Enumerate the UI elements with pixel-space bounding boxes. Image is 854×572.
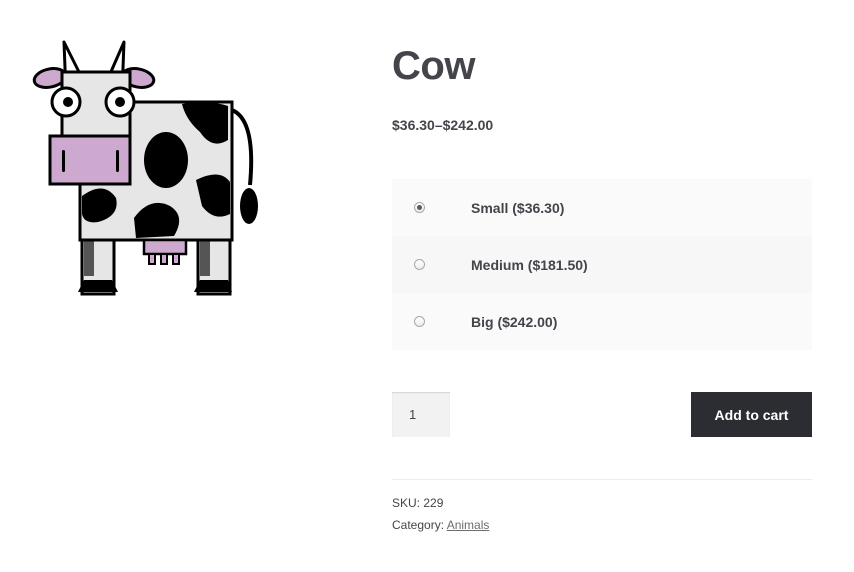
- variation-option-medium[interactable]: Medium ($181.50): [392, 236, 812, 293]
- variation-label: Big ($242.00): [471, 313, 558, 330]
- variation-options: Small ($36.30) Medium ($181.50) Big ($24…: [392, 179, 812, 350]
- variation-option-small[interactable]: Small ($36.30): [392, 179, 812, 236]
- divider: [392, 479, 812, 480]
- variation-option-big[interactable]: Big ($242.00): [392, 293, 812, 350]
- category-link[interactable]: Animals: [447, 518, 490, 532]
- cow-icon: [32, 40, 258, 296]
- radio-button[interactable]: [414, 259, 425, 270]
- product-title: Cow: [392, 44, 475, 88]
- variation-label: Small ($36.30): [471, 199, 565, 216]
- product-category: Category: Animals: [392, 517, 489, 533]
- product-image: [30, 38, 262, 300]
- radio-button[interactable]: [414, 202, 425, 213]
- add-to-cart-button[interactable]: Add to cart: [691, 392, 812, 437]
- sku-label: SKU:: [392, 496, 421, 510]
- category-label: Category:: [392, 518, 445, 532]
- variation-label: Medium ($181.50): [471, 256, 588, 273]
- radio-button[interactable]: [414, 316, 425, 327]
- product-sku: SKU: 229: [392, 495, 443, 511]
- sku-value: 229: [423, 496, 444, 510]
- product-price: $36.30–$242.00: [392, 117, 494, 133]
- quantity-input[interactable]: [392, 392, 450, 437]
